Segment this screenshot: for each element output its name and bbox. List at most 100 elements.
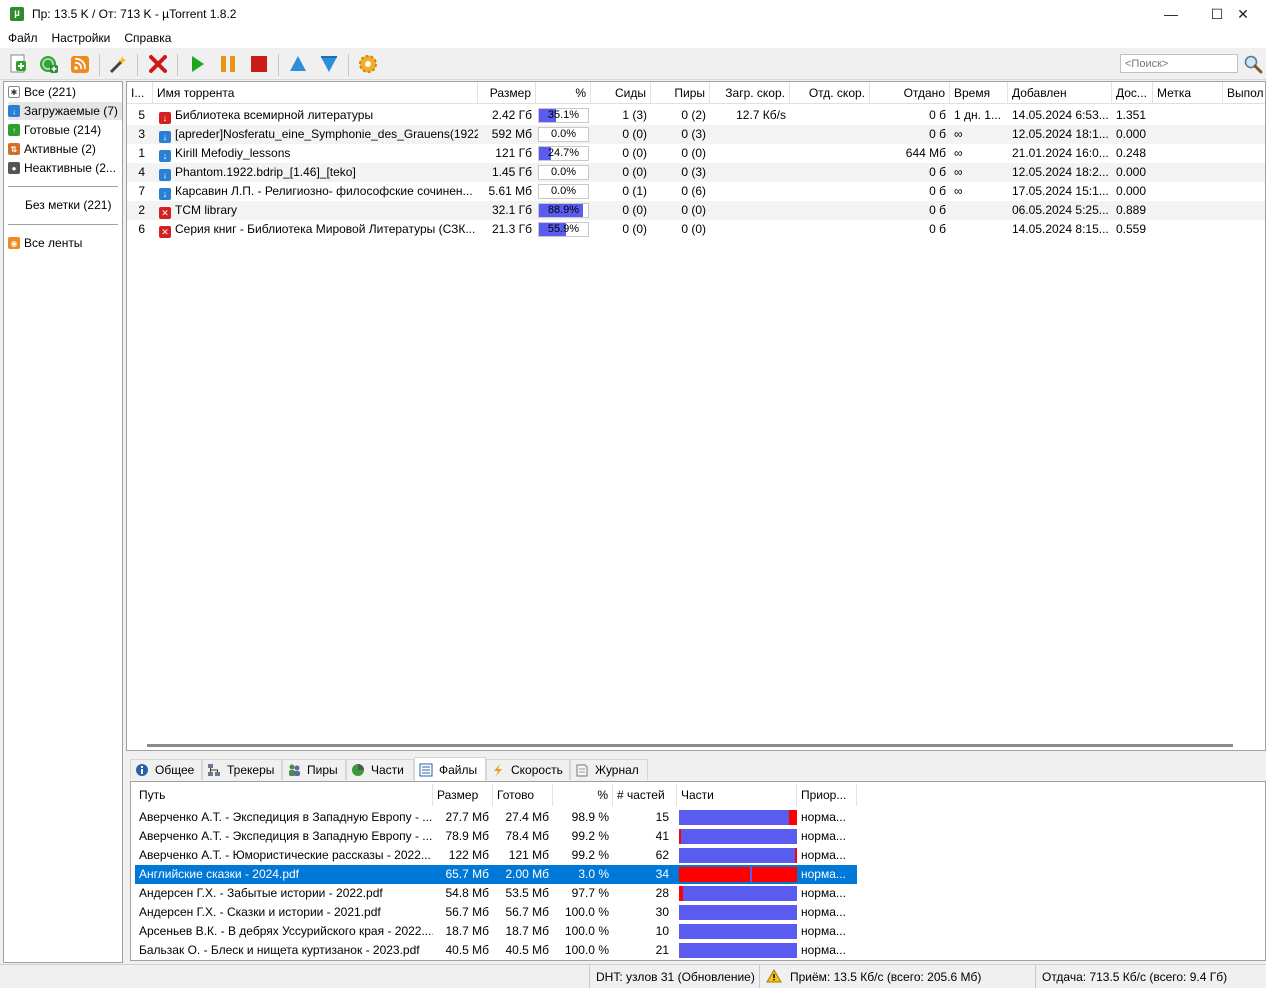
column-path[interactable]: Путь [135, 784, 433, 806]
torrent-status-icon: ↓ [159, 150, 171, 162]
torrent-seeds: 0 (1) [622, 184, 647, 198]
start-icon[interactable] [185, 52, 209, 76]
tab-log[interactable]: Журнал [570, 759, 648, 780]
torrent-row[interactable]: 7 ↓ Карсавин Л.П. - Религиозно- философски… [127, 182, 1265, 201]
sidebar-item-all[interactable]: ✱ Все (221) [8, 83, 122, 101]
torrent-name: Kirill Mefodiy_lessons [175, 146, 291, 160]
column-percent[interactable]: % [536, 82, 591, 104]
torrent-name-cell: ↓ Phantom.1922.bdrip_[1.46]_[teko] [155, 163, 478, 182]
file-row[interactable]: Арсеньев В.К. - В дебрях Уссурийского кр… [135, 922, 857, 941]
move-down-icon[interactable] [317, 52, 341, 76]
column-pieces[interactable]: Части [677, 784, 797, 806]
column-file-percent[interactable]: % [553, 784, 613, 806]
add-url-icon[interactable] [37, 52, 61, 76]
column-label[interactable]: Метка [1153, 82, 1223, 104]
menu-file[interactable]: Файл [8, 31, 38, 45]
file-priority: норма... [801, 810, 846, 824]
rss-icon[interactable] [68, 52, 92, 76]
sidebar-item-active[interactable]: ⇅ Активные (2) [8, 140, 122, 158]
settings-icon[interactable] [356, 52, 380, 76]
tab-files[interactable]: Файлы [414, 757, 486, 781]
file-row[interactable]: Андерсен Г.Х. - Забытые истории - 2022.p… [135, 884, 857, 903]
sidebar-item-no-label[interactable]: Без метки (221) [8, 196, 122, 214]
minimize-button[interactable]: — [1148, 0, 1194, 28]
torrent-added: 12.05.2024 18:1... [1012, 127, 1109, 141]
pause-icon[interactable] [216, 52, 240, 76]
move-up-icon[interactable] [286, 52, 310, 76]
torrent-ratio: 0.000 [1116, 127, 1147, 141]
tab-speed[interactable]: Скорость [486, 759, 570, 780]
file-row[interactable]: Аверченко А.Т. - Экспедиция в Западную Е… [135, 827, 857, 846]
torrent-uploaded: 0 б [929, 222, 946, 236]
tab-trackers[interactable]: Трекеры [202, 759, 282, 780]
column-uploaded[interactable]: Отдано [870, 82, 950, 104]
column-time[interactable]: Время [950, 82, 1008, 104]
torrent-row[interactable]: 1 ↓ Kirill Mefodiy_lessons 121 Гб 24.7% 0 (0)… [127, 144, 1265, 163]
sidebar-item-completed[interactable]: ↑ Готовые (214) [8, 121, 122, 139]
column-seeds[interactable]: Сиды [591, 82, 651, 104]
sidebar-item-inactive[interactable]: ● Неактивные (2... [8, 159, 122, 177]
sidebar-item-label: Готовые (214) [24, 123, 102, 137]
column-pieces-count[interactable]: # частей [613, 784, 677, 806]
column-completed[interactable]: Выпол [1223, 82, 1265, 104]
file-pieces-bar [679, 848, 797, 863]
search-icon[interactable] [1242, 53, 1264, 75]
torrent-progress-bar: 24.7% [538, 146, 589, 161]
torrent-status-icon: ✕ [159, 207, 171, 219]
file-size: 65.7 Мб [445, 867, 489, 881]
torrent-name: [apreder]Nosferatu_eine_Symphonie_des_Gr… [175, 127, 478, 141]
missing-pieces-segment [679, 886, 683, 901]
remove-icon[interactable] [146, 52, 170, 76]
torrent-name-cell: ↓ Карсавин Л.П. - Религиозно- философские… [155, 182, 478, 201]
file-row[interactable]: Английские сказки - 2024.pdf 65.7 Мб 2.00 … [135, 865, 857, 884]
menu-settings[interactable]: Настройки [52, 31, 111, 45]
file-percent: 100.0 % [564, 943, 609, 957]
torrent-row[interactable]: 3 ↓ [apreder]Nosferatu_eine_Symphonie_des_… [127, 125, 1265, 144]
file-row[interactable]: Аверченко А.Т. - Юмористические рассказы… [135, 846, 857, 865]
column-ratio[interactable]: Дос... [1112, 82, 1153, 104]
torrent-row[interactable]: 2 ✕ TCM library 32.1 Гб 88.9% 0 (0) 0 (0) 0 б 06… [127, 201, 1265, 220]
torrent-download-speed [710, 125, 790, 144]
torrent-progress-bar: 0.0% [538, 165, 589, 180]
column-download-speed[interactable]: Загр. скор. [710, 82, 790, 104]
column-added[interactable]: Добавлен [1008, 82, 1112, 104]
close-button[interactable]: ✕ [1220, 0, 1266, 28]
file-row[interactable]: Андерсен Г.Х. - Сказки и истории - 2021.… [135, 903, 857, 922]
add-torrent-icon[interactable] [6, 52, 30, 76]
sidebar-item-all-feeds[interactable]: ◉ Все ленты [8, 234, 122, 252]
torrent-status-icon: ↓ [159, 188, 171, 200]
column-queue[interactable]: I... [127, 82, 153, 104]
file-row[interactable]: Бальзак О. - Блеск и нищета куртизанок -… [135, 941, 857, 960]
warning-icon[interactable] [766, 967, 782, 988]
torrent-peers: 0 (3) [681, 165, 706, 179]
file-percent: 100.0 % [564, 924, 609, 938]
tab-peers[interactable]: Пиры [282, 759, 346, 780]
sidebar-item-downloading[interactable]: ↓ Загружаемые (7) [8, 102, 122, 120]
stop-icon[interactable] [247, 52, 271, 76]
column-done[interactable]: Готово [493, 784, 553, 806]
tab-general[interactable]: Общее [130, 759, 202, 780]
sidebar-item-label: Без метки (221) [25, 198, 112, 212]
column-size[interactable]: Размер [478, 82, 536, 104]
column-upload-speed[interactable]: Отд. скор. [790, 82, 870, 104]
torrent-progress-bar: 0.0% [538, 184, 589, 199]
missing-pieces-segment [679, 867, 750, 882]
torrent-row[interactable]: 4 ↓ Phantom.1922.bdrip_[1.46]_[teko] 1.45 Г… [127, 163, 1265, 182]
file-size: 40.5 Мб [445, 943, 489, 957]
torrent-row[interactable]: 6 ✕ Серия книг - Библиотека Мировой Литера… [127, 220, 1265, 239]
horizontal-scrollbar[interactable] [147, 744, 1233, 747]
torrent-ratio: 1.351 [1116, 108, 1147, 122]
torrent-row[interactable]: 5 ↓ Библиотека всемирной литературы 2.42 Гб… [127, 106, 1265, 125]
column-peers[interactable]: Пиры [651, 82, 710, 104]
file-priority: норма... [801, 867, 846, 881]
file-priority: норма... [801, 943, 846, 957]
column-priority[interactable]: Приор... [797, 784, 857, 806]
search-input[interactable] [1120, 54, 1238, 73]
menu-help[interactable]: Справка [124, 31, 171, 45]
tab-pieces[interactable]: Части [346, 759, 414, 780]
column-file-size[interactable]: Размер [433, 784, 493, 806]
torrent-name: Карсавин Л.П. - Религиозно- философские … [175, 184, 473, 198]
column-name[interactable]: Имя торрента [153, 82, 478, 104]
create-torrent-icon[interactable] [106, 52, 130, 76]
file-row[interactable]: Аверченко А.Т. - Экспедиция в Западную Е… [135, 808, 857, 827]
